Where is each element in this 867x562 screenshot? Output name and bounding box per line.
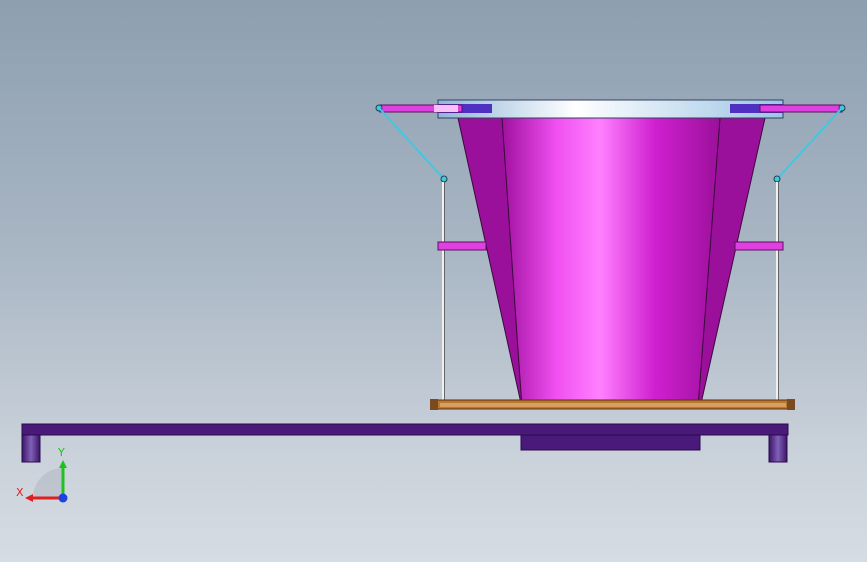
left-link[interactable] — [378, 107, 445, 180]
top-flange[interactable] — [437, 99, 784, 119]
triad-x-label: X — [16, 486, 24, 499]
base-plate[interactable] — [520, 434, 701, 451]
tray-right-end[interactable] — [787, 399, 795, 410]
triad-y-arrow — [59, 460, 67, 468]
bottom-tray[interactable] — [430, 399, 795, 410]
triad-x-arrow — [25, 494, 33, 502]
base-frame[interactable] — [21, 423, 789, 463]
tray-left-end[interactable] — [430, 399, 438, 410]
left-top-arm-light — [434, 105, 458, 112]
right-mid-bar[interactable] — [734, 241, 784, 251]
left-mid-bar[interactable] — [437, 241, 487, 251]
triad-y-label: Y — [57, 446, 65, 459]
hopper-cone[interactable] — [457, 117, 766, 409]
left-mid-pivot[interactable] — [440, 175, 448, 183]
right-mid-pivot[interactable] — [773, 175, 781, 183]
base-right-leg[interactable] — [768, 434, 788, 463]
hopper-cone-front[interactable] — [501, 117, 721, 409]
graphics-viewport[interactable]: X Y — [0, 0, 867, 562]
cad-scene[interactable]: X Y — [0, 0, 867, 562]
right-top-arm[interactable] — [759, 104, 843, 113]
base-left-leg[interactable] — [21, 434, 41, 463]
triad-quarter-disc — [33, 468, 63, 498]
base-beam[interactable] — [21, 423, 789, 436]
triad-z-axis — [58, 493, 68, 503]
tray-inner — [440, 403, 786, 407]
right-link[interactable] — [776, 107, 843, 180]
